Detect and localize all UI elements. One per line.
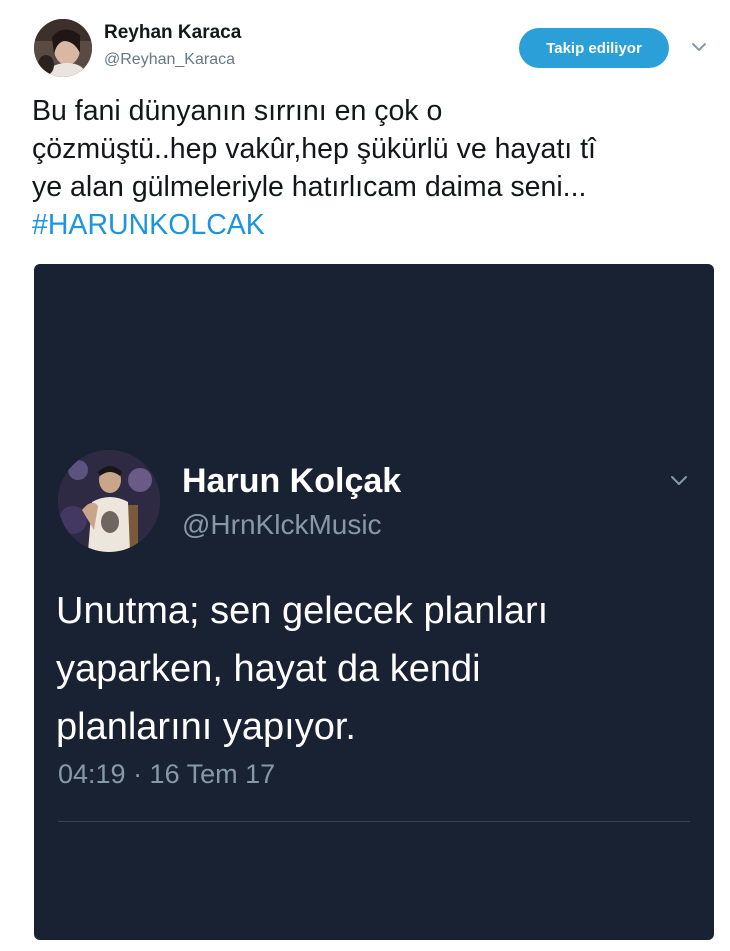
embedded-text-line: planlarını yapıyor. [56,706,356,748]
attached-image[interactable]: Harun Kolçak @HrnKlckMusic Unutma; sen g… [34,264,714,940]
following-button[interactable]: Takip ediliyor [519,28,669,68]
tweet-text-line: ye alan gülmeleriyle hatırlıcam daima se… [32,171,587,203]
tweet-header: Reyhan Karaca @Reyhan_Karaca Takip edili… [0,0,730,90]
author-handle[interactable]: @Reyhan_Karaca [104,51,235,69]
tweet-text-line: çözmüştü..hep vakûr,hep şükürlü ve hayat… [32,133,596,165]
embedded-text-line: yaparken, hayat da kendi [56,648,481,690]
embedded-text-line: Unutma; sen gelecek planları [56,590,549,632]
embedded-author-name: Harun Kolçak [182,462,402,500]
embedded-author-handle: @HrnKlckMusic [182,509,382,540]
hashtag-link[interactable]: #HARUNKOLCAK [32,209,265,241]
chevron-down-icon [668,469,690,491]
chevron-down-icon[interactable] [690,38,708,56]
author-avatar[interactable] [34,19,92,77]
divider [58,821,690,822]
author-name[interactable]: Reyhan Karaca [104,22,241,44]
tweet-text-line: Bu fani dünyanın sırrını en çok o [32,95,443,127]
embedded-avatar-photo [58,450,160,552]
embedded-tweet-text: Unutma; sen gelecek planları yaparken, h… [56,582,696,756]
tweet-text: Bu fani dünyanın sırrını en çok o çözmüş… [32,92,712,244]
embedded-timestamp: 04:19 · 16 Tem 17 [58,759,276,789]
avatar-photo [34,19,92,77]
embedded-author-avatar [58,450,160,552]
